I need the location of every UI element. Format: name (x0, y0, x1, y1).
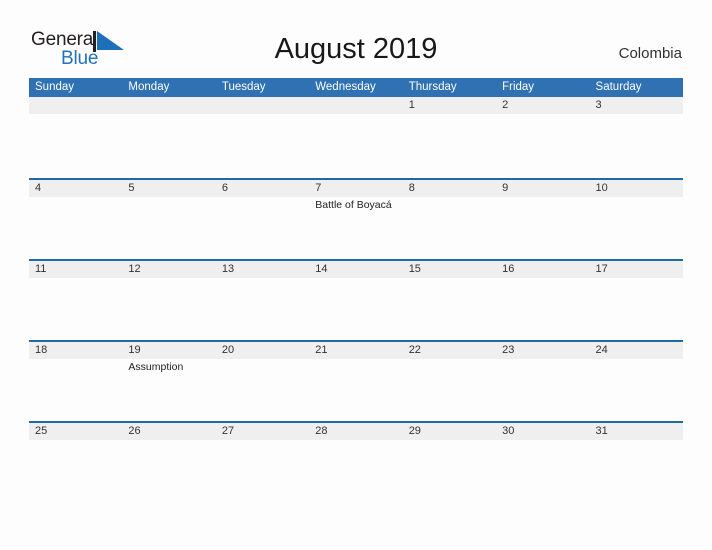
day-number: 3 (595, 99, 602, 111)
day-number: 22 (408, 344, 421, 356)
day-number: 30 (502, 425, 515, 437)
day-number: 18 (35, 344, 48, 356)
day-cell[interactable]: 5 (122, 180, 215, 259)
day-cell[interactable]: 13 (216, 261, 309, 340)
day-number: 28 (315, 425, 328, 437)
country-label: Colombia (618, 45, 682, 62)
weekday-thursday: Thursday (408, 81, 457, 93)
weekday-tuesday: Tuesday (221, 81, 266, 93)
day-cell[interactable]: 18 (29, 342, 122, 421)
page-title: August 2019 (274, 33, 438, 65)
day-number: 10 (595, 182, 608, 194)
day-cell[interactable]: 31 (590, 423, 683, 502)
day-cell[interactable]: 25 (29, 423, 122, 502)
day-cell[interactable]: 1 (403, 97, 496, 178)
day-number: 24 (595, 344, 608, 356)
weekday-saturday: Saturday (595, 81, 642, 93)
day-cell[interactable]: 9 (496, 180, 589, 259)
day-number: 25 (35, 425, 48, 437)
day-number: 23 (502, 344, 515, 356)
day-cell[interactable] (122, 97, 215, 178)
day-cell[interactable]: 29 (403, 423, 496, 502)
week-row: 1 2 3 (29, 97, 683, 178)
day-cell[interactable] (216, 97, 309, 178)
day-number: 15 (408, 263, 421, 275)
day-event: Battle of Boyacá (315, 199, 392, 211)
day-number: 13 (221, 263, 235, 275)
weekday-sunday: Sunday (35, 81, 75, 93)
week-row: 25 26 27 28 29 30 31 (29, 421, 683, 502)
day-number: 7 (315, 182, 322, 194)
day-number: 19 (128, 344, 141, 356)
day-number: 27 (221, 425, 235, 437)
day-number: 12 (128, 263, 141, 275)
day-cell[interactable]: 20 (216, 342, 309, 421)
day-cell[interactable]: 8 (403, 180, 496, 259)
day-cell[interactable]: 6 (216, 180, 309, 259)
day-number: 26 (128, 425, 141, 437)
day-cell[interactable]: 15 (403, 261, 496, 340)
day-number: 8 (408, 182, 415, 194)
day-cell[interactable]: 30 (496, 423, 589, 502)
day-number: 14 (315, 263, 328, 275)
week-row: 4 5 6 7 Battle of Boyacá 8 9 10 (29, 178, 683, 259)
day-cell[interactable]: 11 (29, 261, 122, 340)
week-row: 11 12 13 14 15 16 17 (29, 259, 683, 340)
day-cell[interactable]: 21 (309, 342, 402, 421)
day-number (128, 99, 215, 113)
day-number: 20 (221, 344, 235, 356)
page-header: General Blue August 2019 Colombia (0, 0, 712, 76)
day-cell[interactable] (309, 97, 402, 178)
day-number: 16 (502, 263, 515, 275)
day-cell[interactable]: 3 (590, 97, 683, 178)
day-number: 2 (502, 99, 509, 111)
day-number: 4 (35, 182, 42, 194)
day-cell[interactable] (29, 97, 122, 178)
calendar-grid: Sunday Monday Tuesday Wednesday Thursday… (29, 78, 683, 502)
day-number: 29 (408, 425, 421, 437)
day-cell[interactable]: 14 (309, 261, 402, 340)
day-cell[interactable]: 24 (590, 342, 683, 421)
day-cell[interactable]: 10 (590, 180, 683, 259)
day-cell[interactable]: 16 (496, 261, 589, 340)
day-cell[interactable]: 22 (403, 342, 496, 421)
week-row: 18 19 Assumption 20 21 22 23 24 (29, 340, 683, 421)
day-cell[interactable]: 27 (216, 423, 309, 502)
day-number: 11 (35, 263, 47, 275)
day-number (222, 99, 309, 113)
day-cell[interactable]: 2 (496, 97, 589, 178)
day-cell[interactable]: 26 (122, 423, 215, 502)
weekday-header-row: Sunday Monday Tuesday Wednesday Thursday… (29, 78, 683, 97)
day-cell[interactable]: 4 (29, 180, 122, 259)
day-number: 21 (315, 344, 328, 356)
day-number (315, 99, 402, 113)
day-event: Assumption (128, 361, 184, 373)
day-number: 31 (595, 425, 608, 437)
day-number: 17 (595, 263, 608, 275)
day-cell-holiday[interactable]: 19 Assumption (122, 342, 215, 421)
weekday-monday: Monday (128, 81, 170, 93)
day-number: 9 (502, 182, 509, 194)
weekday-friday: Friday (502, 81, 535, 93)
day-cell[interactable]: 17 (590, 261, 683, 340)
day-number: 6 (221, 182, 228, 194)
day-cell[interactable]: 12 (122, 261, 215, 340)
day-cell[interactable]: 28 (309, 423, 402, 502)
day-number: 5 (128, 182, 135, 194)
day-cell-holiday[interactable]: 7 Battle of Boyacá (309, 180, 402, 259)
day-cell[interactable]: 23 (496, 342, 589, 421)
calendar-page: General Blue August 2019 Colombia Sunday… (0, 0, 712, 550)
weekday-wednesday: Wednesday (315, 81, 376, 93)
day-number: 1 (408, 99, 415, 111)
day-number (35, 99, 122, 113)
